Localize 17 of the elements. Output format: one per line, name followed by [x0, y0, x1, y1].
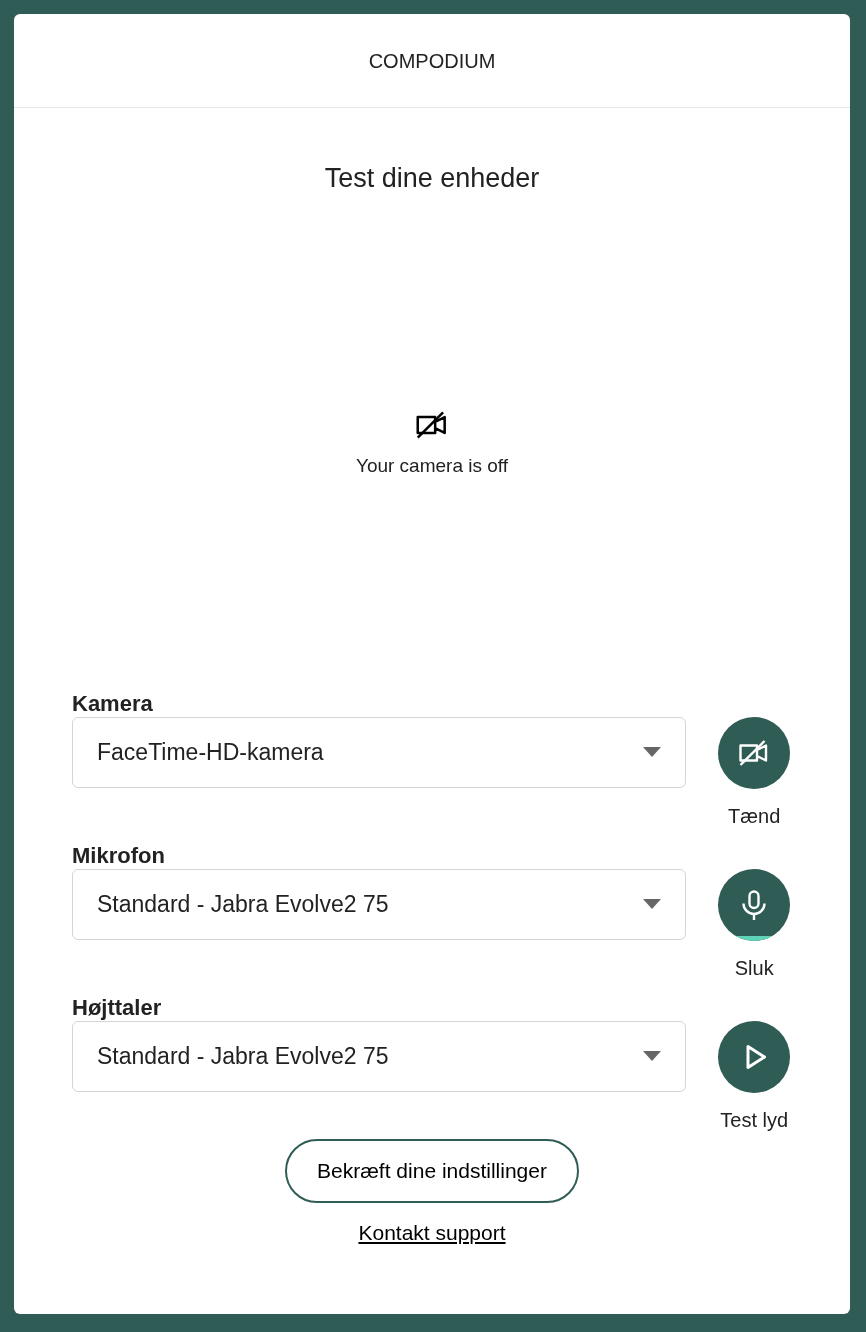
- button-label: Test lyd: [720, 1107, 789, 1133]
- caret-icon: [643, 899, 662, 909]
- device-dropdown[interactable]: Standard - Jabra Evolve2 75: [72, 1020, 687, 1092]
- button-label: Sluk: [734, 955, 774, 981]
- page-title: Test dine enheder: [324, 162, 540, 195]
- field-label: Kamera: [72, 689, 154, 717]
- camera-status-text: Your camera is off: [355, 454, 509, 479]
- caret-icon: [643, 747, 662, 757]
- caret-icon: [643, 1051, 662, 1061]
- field-label: Mikrofon: [72, 841, 166, 869]
- confirm-button[interactable]: Bekræft dine indstillinger: [285, 1138, 579, 1203]
- field-label: Højttaler: [72, 993, 163, 1021]
- device-dropdown[interactable]: FaceTime-HD-kamera: [72, 716, 687, 788]
- button-label: Tænd: [728, 803, 781, 829]
- brand-name: COMPODIUM: [368, 48, 496, 74]
- device-dropdown[interactable]: Standard - Jabra Evolve2 75: [72, 868, 687, 940]
- support-link[interactable]: Kontakt support: [358, 1216, 506, 1248]
